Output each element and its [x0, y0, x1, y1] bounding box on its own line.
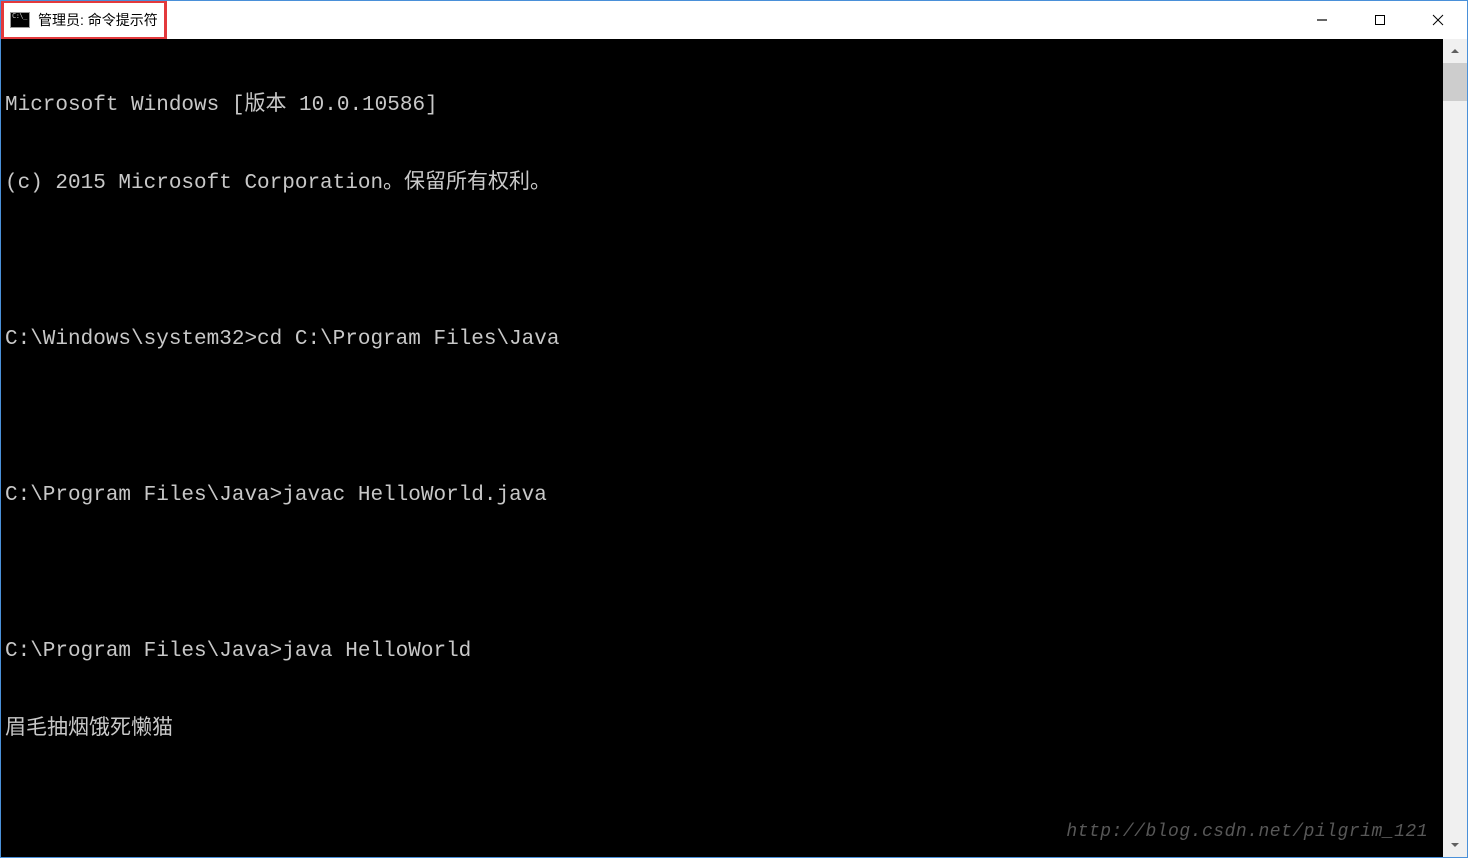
- close-icon: [1432, 14, 1444, 26]
- titlebar[interactable]: 管理员: 命令提示符: [1, 1, 1467, 39]
- minimize-button[interactable]: [1293, 1, 1351, 39]
- terminal-line: Microsoft Windows [版本 10.0.10586]: [5, 93, 1443, 119]
- terminal-line: [5, 249, 1443, 275]
- titlebar-left: 管理员: 命令提示符: [1, 1, 167, 39]
- minimize-icon: [1316, 14, 1328, 26]
- chevron-down-icon: [1450, 840, 1460, 850]
- command-prompt-window: 管理员: 命令提示符 Microsoft Window: [0, 0, 1468, 858]
- terminal-output[interactable]: Microsoft Windows [版本 10.0.10586] (c) 20…: [1, 39, 1443, 857]
- maximize-icon: [1374, 14, 1386, 26]
- terminal-line: [5, 795, 1443, 821]
- terminal-line: [5, 405, 1443, 431]
- scroll-up-button[interactable]: [1443, 39, 1467, 63]
- terminal-line: C:\Windows\system32>cd C:\Program Files\…: [5, 327, 1443, 353]
- chevron-up-icon: [1450, 46, 1460, 56]
- scroll-thumb[interactable]: [1443, 63, 1467, 101]
- terminal-line: 眉毛抽烟饿死懒猫: [5, 717, 1443, 743]
- terminal-line: (c) 2015 Microsoft Corporation。保留所有权利。: [5, 171, 1443, 197]
- vertical-scrollbar[interactable]: [1443, 39, 1467, 857]
- scroll-track[interactable]: [1443, 63, 1467, 833]
- content-area: Microsoft Windows [版本 10.0.10586] (c) 20…: [1, 39, 1467, 857]
- scroll-down-button[interactable]: [1443, 833, 1467, 857]
- cmd-icon: [10, 12, 30, 28]
- terminal-line: [5, 561, 1443, 587]
- window-controls: [1293, 1, 1467, 39]
- terminal-line: C:\Program Files\Java>javac HelloWorld.j…: [5, 483, 1443, 509]
- window-title: 管理员: 命令提示符: [38, 10, 158, 30]
- maximize-button[interactable]: [1351, 1, 1409, 39]
- close-button[interactable]: [1409, 1, 1467, 39]
- terminal-line: C:\Program Files\Java>java HelloWorld: [5, 639, 1443, 665]
